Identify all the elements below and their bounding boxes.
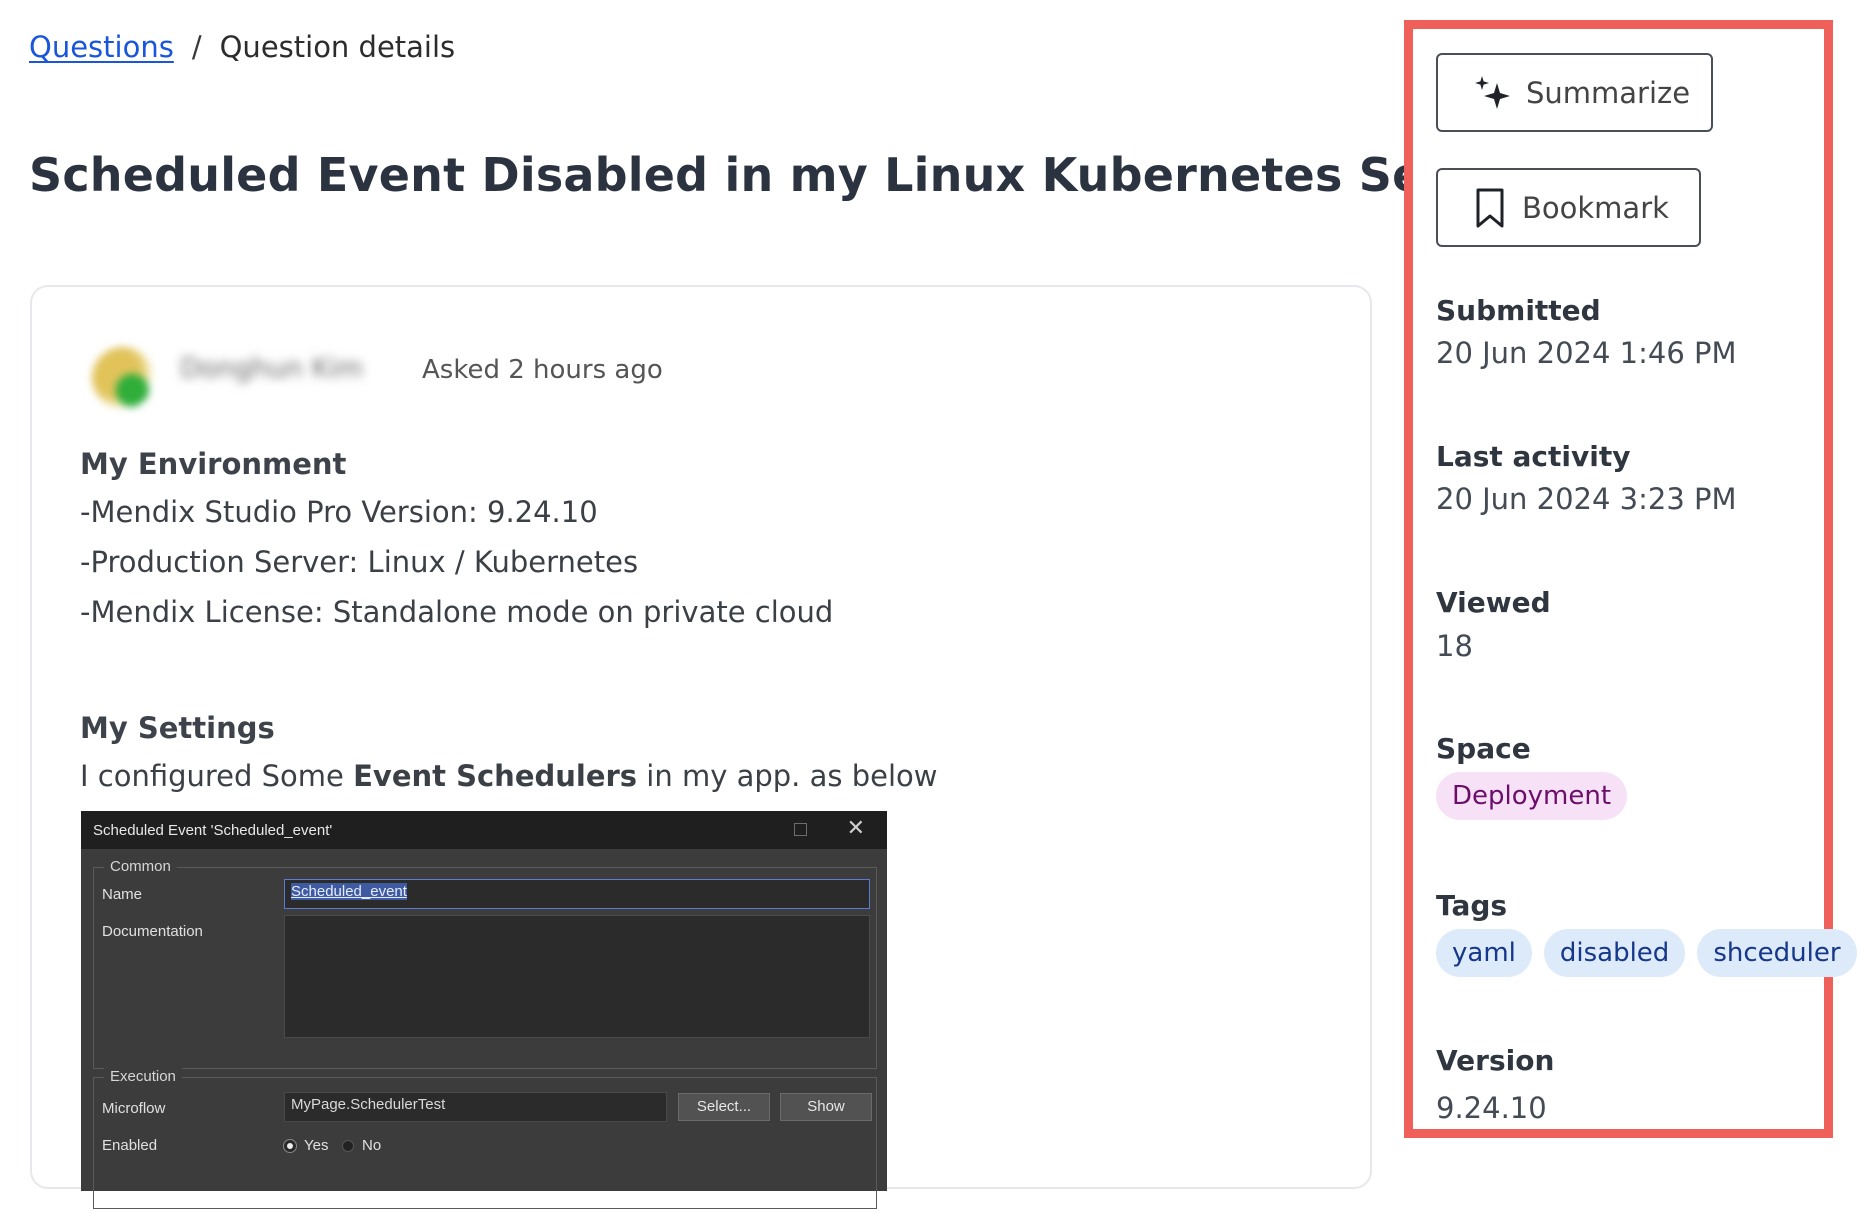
- yes-label: Yes: [304, 1137, 329, 1154]
- breadcrumb-separator: /: [191, 30, 202, 64]
- microflow-value: MyPage.SchedulerTest: [291, 1096, 446, 1113]
- environment-line: -Production Server: Linux / Kubernetes: [80, 545, 639, 579]
- settings-text-bold: Event Schedulers: [353, 759, 638, 793]
- name-label: Name: [102, 886, 143, 903]
- name-field: Scheduled_event: [284, 879, 870, 909]
- tags-label: Tags: [1436, 889, 1508, 922]
- avatar[interactable]: [92, 347, 154, 409]
- last-activity-value: 20 Jun 2024 3:23 PM: [1436, 482, 1737, 516]
- select-button: Select...: [678, 1093, 770, 1121]
- submitted-label: Submitted: [1436, 294, 1601, 327]
- execution-legend: Execution: [104, 1068, 182, 1085]
- dialog-title: Scheduled Event 'Scheduled_event': [93, 822, 333, 839]
- breadcrumb-questions-link[interactable]: Questions: [29, 30, 174, 64]
- environment-line: -Mendix License: Standalone mode on priv…: [80, 595, 834, 629]
- tags-list: yaml disabled shceduler: [1436, 929, 1860, 977]
- space-label: Space: [1436, 732, 1531, 765]
- author-name[interactable]: Donghun Kim: [180, 353, 363, 384]
- dialog-titlebar: Scheduled Event 'Scheduled_event' ✕: [81, 811, 887, 849]
- submitted-value: 20 Jun 2024 1:46 PM: [1436, 336, 1737, 370]
- bookmark-label: Bookmark: [1522, 190, 1669, 225]
- page-title: Scheduled Event Disabled in my Linux Kub…: [29, 148, 1531, 202]
- enabled-no-radio: No: [342, 1137, 381, 1154]
- breadcrumb-current: Question details: [219, 30, 456, 64]
- enabled-label: Enabled: [102, 1137, 158, 1154]
- breadcrumb: Questions / Question details: [29, 30, 455, 64]
- version-value: 9.24.10: [1436, 1091, 1547, 1125]
- space-chip-container: Deployment: [1436, 772, 1631, 820]
- environment-heading: My Environment: [80, 447, 347, 481]
- radio-selected-icon: [284, 1139, 296, 1152]
- version-label: Version: [1436, 1044, 1555, 1077]
- documentation-label: Documentation: [102, 923, 203, 940]
- space-chip[interactable]: Deployment: [1436, 772, 1628, 820]
- show-button: Show: [780, 1093, 872, 1121]
- sparkles-icon: [1475, 75, 1510, 109]
- microflow-label: Microflow: [102, 1100, 166, 1117]
- no-label: No: [362, 1137, 382, 1154]
- viewed-value: 18: [1436, 629, 1473, 663]
- common-group: Common Name Scheduled_event Documentatio…: [93, 858, 877, 1069]
- microflow-field: MyPage.SchedulerTest: [284, 1092, 667, 1122]
- radio-unselected-icon: [342, 1139, 354, 1152]
- scheduled-event-dialog-image: Scheduled Event 'Scheduled_event' ✕ Comm…: [81, 811, 887, 1209]
- settings-text-pre: I configured Some: [80, 759, 354, 793]
- environment-line: -Mendix Studio Pro Version: 9.24.10: [80, 495, 598, 529]
- tag-chip[interactable]: shceduler: [1697, 929, 1857, 977]
- settings-heading: My Settings: [80, 711, 275, 745]
- last-activity-label: Last activity: [1436, 440, 1631, 473]
- execution-group: Execution Microflow MyPage.SchedulerTest…: [93, 1068, 877, 1209]
- maximize-icon: [794, 823, 807, 836]
- documentation-field: [284, 915, 870, 1038]
- question-sidebar: Summarize Bookmark Submitted 20 Jun 2024…: [1404, 20, 1857, 1138]
- name-value: Scheduled_event: [291, 883, 407, 900]
- settings-text: I configured Some Event Schedulers in my…: [80, 759, 1340, 793]
- summarize-label: Summarize: [1526, 75, 1691, 110]
- tag-chip[interactable]: yaml: [1436, 929, 1532, 977]
- tag-chip[interactable]: disabled: [1543, 929, 1686, 977]
- summarize-button[interactable]: Summarize: [1436, 53, 1713, 132]
- question-card: Donghun Kim Asked 2 hours ago My Environ…: [30, 285, 1372, 1209]
- close-icon: ✕: [846, 815, 865, 840]
- settings-text-post: in my app. as below: [637, 759, 938, 793]
- enabled-yes-radio: Yes: [284, 1137, 328, 1154]
- asked-time: Asked 2 hours ago: [422, 355, 663, 385]
- question-body: My Environment -Mendix Studio Pro Versio…: [80, 447, 1340, 809]
- bookmark-icon: [1476, 188, 1504, 227]
- bookmark-button[interactable]: Bookmark: [1436, 168, 1701, 247]
- common-legend: Common: [104, 858, 177, 875]
- viewed-label: Viewed: [1436, 586, 1551, 619]
